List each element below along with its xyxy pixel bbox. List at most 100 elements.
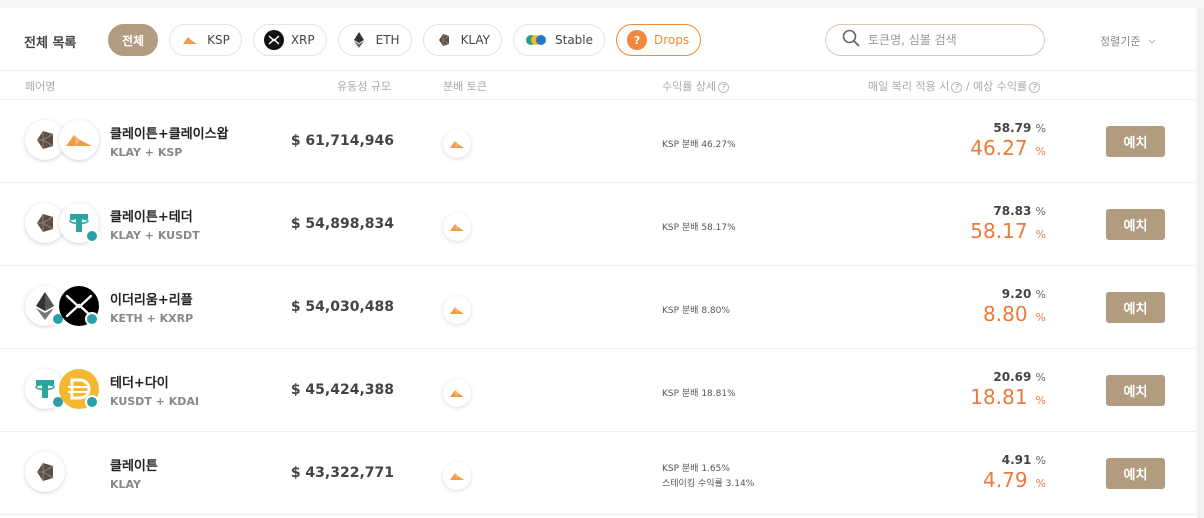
ksp-icon — [443, 296, 471, 324]
chip-label: ETH — [375, 33, 400, 47]
pool-list-panel: 전체 목록 전체 KSP XRP ETH KLAY Stable ? Drops — [0, 8, 1196, 518]
apy-value: 78.83 — [993, 204, 1032, 218]
help-icon[interactable]: ? — [951, 81, 963, 93]
deposit-button[interactable]: 예치 — [1106, 458, 1165, 489]
table-row: 클레이튼+테더 KLAY + KUSDT $ 54,898,834 KSP 분배… — [0, 183, 1196, 266]
chip-stable[interactable]: Stable — [513, 24, 606, 56]
liquidity-value: $ 61,714,946 — [290, 133, 394, 149]
chip-all[interactable]: 전체 — [108, 24, 159, 56]
sort-label: 정렬기준 — [1100, 35, 1141, 48]
apr-value: 58.17 — [970, 219, 1028, 243]
compound-apy: 4.91 % — [1002, 453, 1046, 467]
header-dist-token: 분배 토큰 — [443, 80, 487, 93]
percent-sign: % — [1035, 477, 1046, 490]
chip-klay[interactable]: KLAY — [422, 24, 502, 56]
bridge-badge-icon — [85, 395, 99, 409]
ksp-icon — [59, 120, 99, 160]
chevron-down-icon — [1148, 35, 1156, 48]
apy-value: 58.79 — [993, 121, 1032, 135]
compound-apy: 9.20 % — [1002, 287, 1046, 301]
yield-detail-line: KSP 분배 18.81% — [662, 389, 736, 399]
yield-detail-line: KSP 분배 1.65% — [662, 464, 730, 474]
apr-value: 46.27 — [970, 136, 1028, 160]
pair-name: 테더+다이 — [110, 376, 169, 391]
table-row: 이더리움+리플 KETH + KXRP $ 54,030,488 KSP 분배 … — [0, 266, 1196, 349]
header-separator: / — [965, 80, 970, 93]
search-icon — [842, 29, 860, 51]
kusdt-icon — [59, 203, 99, 243]
token-filter-chips: 전체 KSP XRP ETH KLAY Stable ? Drops — [108, 24, 702, 56]
percent-sign: % — [1035, 371, 1046, 384]
bridge-badge-icon — [85, 312, 99, 326]
chip-xrp[interactable]: XRP — [252, 24, 327, 56]
help-icon[interactable]: ? — [718, 81, 730, 93]
stable-icon — [524, 30, 548, 50]
klay-icon — [25, 452, 65, 492]
apy-value: 4.91 — [1001, 453, 1032, 467]
expected-apr: 8.80% — [983, 302, 1046, 326]
chip-label: KSP — [207, 33, 230, 47]
header-yield-detail: 수익률 상세? — [662, 78, 730, 94]
scrollbar[interactable] — [1198, 8, 1204, 518]
search-input[interactable] — [868, 33, 1028, 47]
pair-name: 클레이튼+클레이스왑 — [110, 127, 229, 142]
deposit-button[interactable]: 예치 — [1106, 375, 1165, 406]
percent-sign: % — [1035, 311, 1046, 324]
sort-dropdown[interactable]: 정렬기준 — [1100, 33, 1156, 49]
chip-eth[interactable]: ETH — [337, 24, 412, 56]
percent-sign: % — [1035, 454, 1046, 467]
yield-detail-line: KSP 분배 46.27% — [662, 140, 736, 150]
ksp-icon — [443, 379, 471, 407]
percent-sign: % — [1035, 394, 1046, 407]
xrp-icon — [263, 30, 284, 50]
percent-sign: % — [1035, 228, 1046, 241]
percent-sign: % — [1035, 145, 1046, 158]
apr-value: 18.81 — [970, 385, 1028, 409]
expected-apr: 4.79% — [983, 468, 1046, 492]
expected-apr: 58.17% — [970, 219, 1046, 243]
header-liquidity: 유동성 규모 — [337, 80, 392, 93]
pair-symbols: KLAY + KSP — [110, 146, 183, 159]
ksp-icon — [443, 213, 471, 241]
table-row: 테더+다이 KUSDT + KDAI $ 45,424,388 KSP 분배 1… — [0, 349, 1196, 432]
table-row: 클레이튼+클레이스왑 KLAY + KSP $ 61,714,946 KSP 분… — [0, 100, 1196, 183]
search-box[interactable] — [825, 24, 1045, 56]
deposit-button[interactable]: 예치 — [1106, 126, 1165, 157]
chip-label: XRP — [290, 33, 315, 47]
pair-symbols: KETH + KXRP — [110, 312, 194, 325]
apy-value: 20.69 — [993, 370, 1032, 384]
liquidity-value: $ 43,322,771 — [290, 465, 394, 481]
chip-drops[interactable]: ? Drops — [616, 24, 702, 56]
drops-icon: ? — [627, 30, 648, 50]
compound-apy: 58.79 % — [993, 121, 1046, 135]
header-yield-detail-label: 수익률 상세 — [662, 80, 717, 93]
pair-symbols: KLAY — [110, 478, 141, 491]
liquidity-value: $ 45,424,388 — [290, 382, 394, 398]
eth-icon — [349, 30, 369, 50]
liquidity-value: $ 54,898,834 — [290, 216, 394, 232]
pair-name: 이더리움+리플 — [110, 293, 193, 308]
percent-sign: % — [1035, 288, 1046, 301]
chip-label: Stable — [555, 33, 594, 47]
chip-ksp[interactable]: KSP — [169, 24, 242, 56]
yield-detail-line: 스테이킹 수익률 3.14% — [662, 479, 755, 489]
liquidity-value: $ 54,030,488 — [290, 299, 394, 315]
expected-apr: 18.81% — [970, 385, 1046, 409]
klay-icon — [434, 30, 454, 50]
header-compound-label: 매일 복리 적용 시 — [868, 80, 950, 93]
apy-value: 9.20 — [1001, 287, 1032, 301]
bridge-badge-icon — [85, 229, 99, 243]
header-expected-label: 예상 수익률 — [973, 80, 1028, 93]
pair-symbols: KLAY + KUSDT — [110, 229, 200, 242]
help-icon[interactable]: ? — [1029, 81, 1041, 93]
kdai-icon — [59, 369, 99, 409]
deposit-button[interactable]: 예치 — [1106, 209, 1165, 240]
deposit-button[interactable]: 예치 — [1106, 292, 1165, 323]
table-header: 페어명 유동성 규모 분배 토큰 수익률 상세? 매일 복리 적용 시? / 예… — [0, 70, 1196, 100]
ksp-icon — [443, 130, 471, 158]
compound-apy: 78.83 % — [993, 204, 1046, 218]
chip-label: KLAY — [460, 33, 490, 47]
table-row: 클레이튼 KLAY $ 43,322,771 KSP 분배 1.65% 스테이킹 … — [0, 432, 1196, 515]
kxrp-icon — [59, 286, 99, 326]
pair-name: 클레이튼+테더 — [110, 210, 193, 225]
